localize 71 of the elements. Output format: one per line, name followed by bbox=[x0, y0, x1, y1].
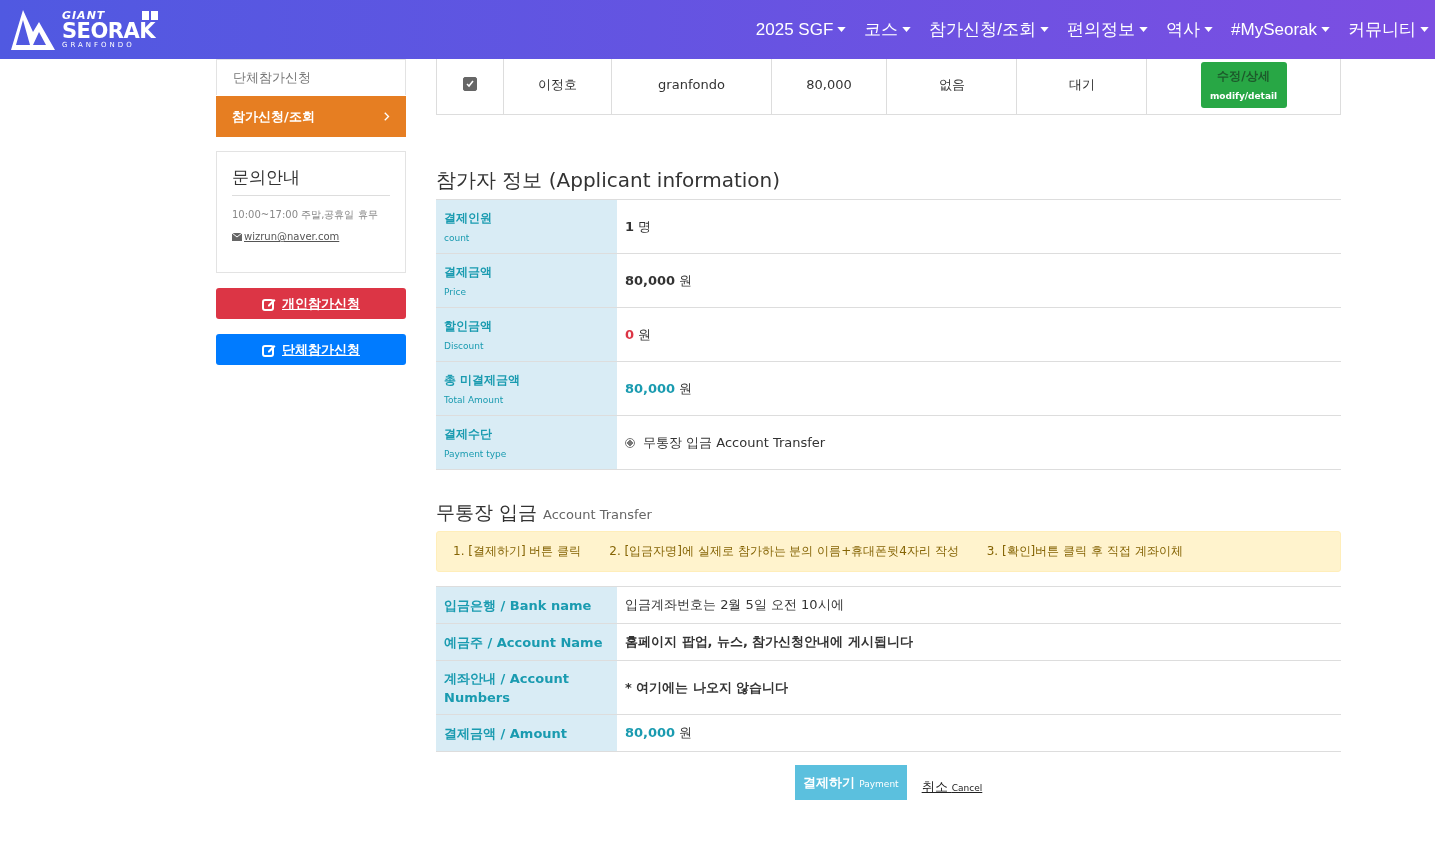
field-label: 결제인원 bbox=[444, 210, 493, 227]
nav-menu-item[interactable]: 편의정보 bbox=[1067, 18, 1148, 41]
caret-icon bbox=[1204, 27, 1213, 32]
field-value: 80,000 bbox=[625, 380, 676, 396]
nav-menu-item[interactable]: 역사 bbox=[1166, 18, 1213, 41]
contact-title: 문의안내 bbox=[232, 166, 390, 196]
field-value: 입금계좌번호는 2월 5일 오전 10시에 bbox=[625, 597, 844, 612]
section-subtitle: Account Transfer bbox=[543, 507, 652, 522]
field-value: 홈페이지 팝업, 뉴스, 참가신청안내에 게시됩니다 bbox=[625, 634, 913, 649]
table-cell: granfondo bbox=[658, 77, 725, 92]
caret-icon bbox=[1420, 27, 1429, 32]
emblem-icon bbox=[142, 10, 158, 20]
modify-button[interactable]: 수정/상세 modify/detail bbox=[1200, 61, 1287, 108]
apply-button[interactable]: 개인참가신청 bbox=[216, 288, 406, 319]
table-cell: 이정호 bbox=[538, 76, 577, 92]
unit-label: 원 bbox=[638, 326, 652, 342]
checkbox[interactable] bbox=[463, 77, 477, 91]
field-label: 결제금액 bbox=[444, 264, 493, 281]
mail-icon bbox=[232, 232, 242, 241]
field-sublabel: Payment type bbox=[444, 449, 508, 459]
field-sublabel: Price bbox=[444, 287, 467, 297]
unit-label: 원 bbox=[679, 272, 693, 288]
logo-name: SEORAK bbox=[62, 21, 156, 42]
sidebar-item[interactable]: 단체참가신청 bbox=[216, 59, 406, 95]
email-link[interactable]: wizrun@naver.com bbox=[244, 231, 340, 242]
caret-icon bbox=[902, 27, 912, 32]
field-sublabel: Discount bbox=[444, 341, 485, 351]
table-cell: 없음 bbox=[938, 76, 965, 92]
section-title: 참가자 정보 (Applicant information) bbox=[436, 167, 782, 194]
field-value: 1 bbox=[625, 218, 635, 234]
unit-label: 원 bbox=[679, 380, 693, 396]
field-label: 결제금액 / Amount bbox=[444, 724, 569, 743]
unit-label: 원 bbox=[679, 725, 693, 740]
nav-menu-item[interactable]: 커뮤니티 bbox=[1348, 18, 1429, 41]
field-label: 총 미결제금액 bbox=[444, 372, 522, 389]
field-value: 0 bbox=[625, 326, 635, 342]
field-label: 결제수단 bbox=[444, 426, 493, 443]
section-title: 무통장 입금 bbox=[436, 500, 538, 525]
radio-button[interactable] bbox=[625, 437, 635, 448]
logo-brand: GIANT bbox=[62, 10, 106, 21]
caret-icon bbox=[1040, 27, 1049, 32]
caret-icon bbox=[1321, 27, 1330, 32]
caret-icon bbox=[837, 27, 847, 32]
caret-icon bbox=[1139, 27, 1148, 32]
nav-menu-item[interactable]: 참가신청/조회 bbox=[929, 18, 1049, 41]
field-sublabel: count bbox=[444, 233, 471, 243]
chevron-icon bbox=[384, 112, 390, 121]
field-value: 80,000 bbox=[625, 725, 676, 740]
field-value: 80,000 bbox=[625, 272, 676, 288]
field-label: 입금은행 / Bank name bbox=[444, 596, 593, 615]
nav-menu-item[interactable]: 코스 bbox=[864, 18, 912, 41]
instruction-step: 3. [확인]버튼 클릭 후 직접 계좌이체 bbox=[986, 543, 1183, 560]
contact-hours: 10:00~17:00 주말,공휴일 휴무 bbox=[232, 208, 379, 222]
edit-icon bbox=[262, 296, 276, 311]
sidebar-item[interactable]: 참가신청/조회 bbox=[216, 96, 406, 137]
apply-button[interactable]: 단체참가신청 bbox=[216, 334, 406, 365]
nav-menu-item[interactable]: #MySeorak bbox=[1231, 18, 1330, 41]
cancel-link[interactable]: 취소 Cancel bbox=[921, 777, 983, 796]
table-cell: 80,000 bbox=[806, 77, 852, 92]
edit-icon bbox=[262, 342, 276, 357]
nav-menu-item[interactable]: 2025 SGF bbox=[755, 18, 847, 41]
radio-label: 무통장 입금 Account Transfer bbox=[643, 433, 826, 452]
field-value: * 여기에는 나오지 않습니다 bbox=[625, 679, 789, 695]
instruction-step: 1. [결제하기] 버튼 클릭 bbox=[453, 543, 582, 560]
field-label: 할인금액 bbox=[444, 318, 493, 335]
field-label: 계좌안내 / Account Numbers bbox=[444, 669, 570, 707]
field-label: 예금주 / Account Name bbox=[444, 633, 604, 652]
unit-label: 명 bbox=[638, 218, 652, 234]
field-sublabel: Total Amount bbox=[444, 395, 505, 405]
table-cell: 대기 bbox=[1068, 76, 1095, 92]
instruction-step: 2. [입금자명]에 실제로 참가하는 분의 이름+휴대폰뒷4자리 작성 bbox=[609, 543, 959, 560]
